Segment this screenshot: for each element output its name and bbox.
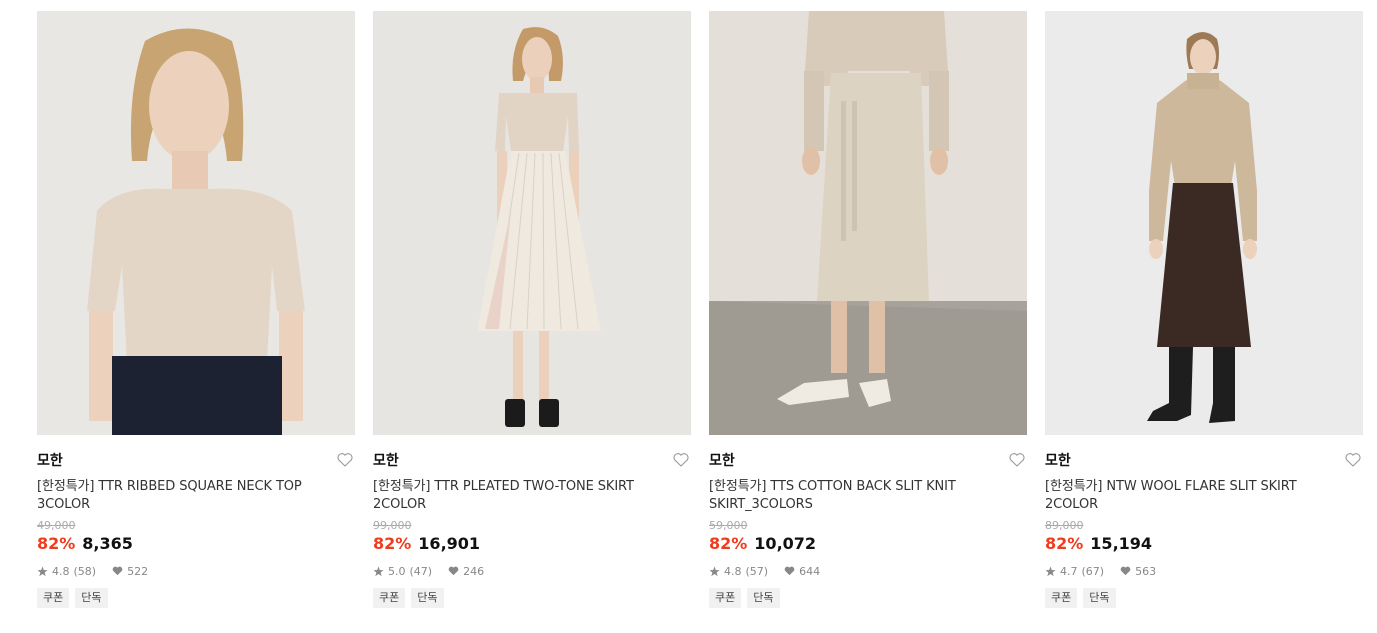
product-title[interactable]: [한정특가] TTS COTTON BACK SLIT KNIT SKIRT_3… [709, 478, 1009, 514]
rating-value: 4.8 [52, 564, 70, 578]
discount-rate: 82% [373, 534, 412, 553]
coupon-badge: 쿠폰 [1045, 588, 1078, 608]
product-image[interactable] [373, 11, 691, 435]
product-image[interactable] [1045, 11, 1363, 435]
brand-name[interactable]: 모한 [37, 450, 63, 470]
review-count: (67) [1081, 564, 1105, 578]
brand-name[interactable]: 모한 [1045, 450, 1071, 470]
product-card[interactable]: 모한 [한정특가] TTR PLEATED TWO-TONE SKIRT 2CO… [373, 11, 691, 608]
sale-price: 15,194 [1090, 534, 1153, 553]
heart-filled-icon [1120, 566, 1131, 576]
product-meta: 4.7 (67) 563 [1045, 564, 1363, 578]
heart-outline-icon[interactable] [1344, 451, 1362, 469]
product-title[interactable]: [한정특가] TTR RIBBED SQUARE NECK TOP 3COLOR [37, 478, 337, 514]
sale-price: 8,365 [82, 534, 133, 553]
brand-name[interactable]: 모한 [373, 450, 399, 470]
original-price: 89,000 [1045, 519, 1084, 532]
review-count: (47) [409, 564, 433, 578]
product-meta: 4.8 (58) 522 [37, 564, 355, 578]
product-card[interactable]: 모한 [한정특가] TTS COTTON BACK SLIT KNIT SKIR… [709, 11, 1027, 608]
review-count: (57) [745, 564, 769, 578]
discount-rate: 82% [1045, 534, 1084, 553]
product-image[interactable] [37, 11, 355, 435]
discount-rate: 82% [709, 534, 748, 553]
product-card[interactable]: 모한 [한정특가] TTR RIBBED SQUARE NECK TOP 3CO… [37, 11, 355, 608]
star-icon [37, 566, 48, 577]
product-image[interactable] [709, 11, 1027, 435]
heart-outline-icon[interactable] [1008, 451, 1026, 469]
heart-filled-icon [784, 566, 795, 576]
like-count: 246 [463, 564, 485, 578]
coupon-badge: 쿠폰 [373, 588, 406, 608]
like-count: 644 [799, 564, 821, 578]
product-meta: 4.8 (57) 644 [709, 564, 1027, 578]
original-price: 99,000 [373, 519, 412, 532]
original-price: 49,000 [37, 519, 76, 532]
product-title[interactable]: [한정특가] TTR PLEATED TWO-TONE SKIRT 2COLOR [373, 478, 673, 514]
heart-filled-icon [448, 566, 459, 576]
original-price: 59,000 [709, 519, 748, 532]
coupon-badge: 쿠폰 [709, 588, 742, 608]
exclusive-badge: 단독 [1083, 588, 1116, 608]
coupon-badge: 쿠폰 [37, 588, 70, 608]
like-count: 563 [1135, 564, 1157, 578]
discount-rate: 82% [37, 534, 76, 553]
heart-filled-icon [112, 566, 123, 576]
rating-value: 5.0 [388, 564, 406, 578]
sale-price: 16,901 [418, 534, 481, 553]
brand-name[interactable]: 모한 [709, 450, 735, 470]
rating-value: 4.7 [1060, 564, 1078, 578]
star-icon [1045, 566, 1056, 577]
exclusive-badge: 단독 [411, 588, 444, 608]
heart-outline-icon[interactable] [672, 451, 690, 469]
rating-value: 4.8 [724, 564, 742, 578]
product-title[interactable]: [한정특가] NTW WOOL FLARE SLIT SKIRT 2COLOR [1045, 478, 1345, 514]
star-icon [373, 566, 384, 577]
star-icon [709, 566, 720, 577]
like-count: 522 [127, 564, 149, 578]
exclusive-badge: 단독 [747, 588, 780, 608]
review-count: (58) [73, 564, 97, 578]
exclusive-badge: 단독 [75, 588, 108, 608]
product-meta: 5.0 (47) 246 [373, 564, 691, 578]
product-card[interactable]: 모한 [한정특가] NTW WOOL FLARE SLIT SKIRT 2COL… [1045, 11, 1363, 608]
heart-outline-icon[interactable] [336, 451, 354, 469]
product-grid: 모한 [한정특가] TTR RIBBED SQUARE NECK TOP 3CO… [37, 11, 1363, 608]
sale-price: 10,072 [754, 534, 817, 553]
